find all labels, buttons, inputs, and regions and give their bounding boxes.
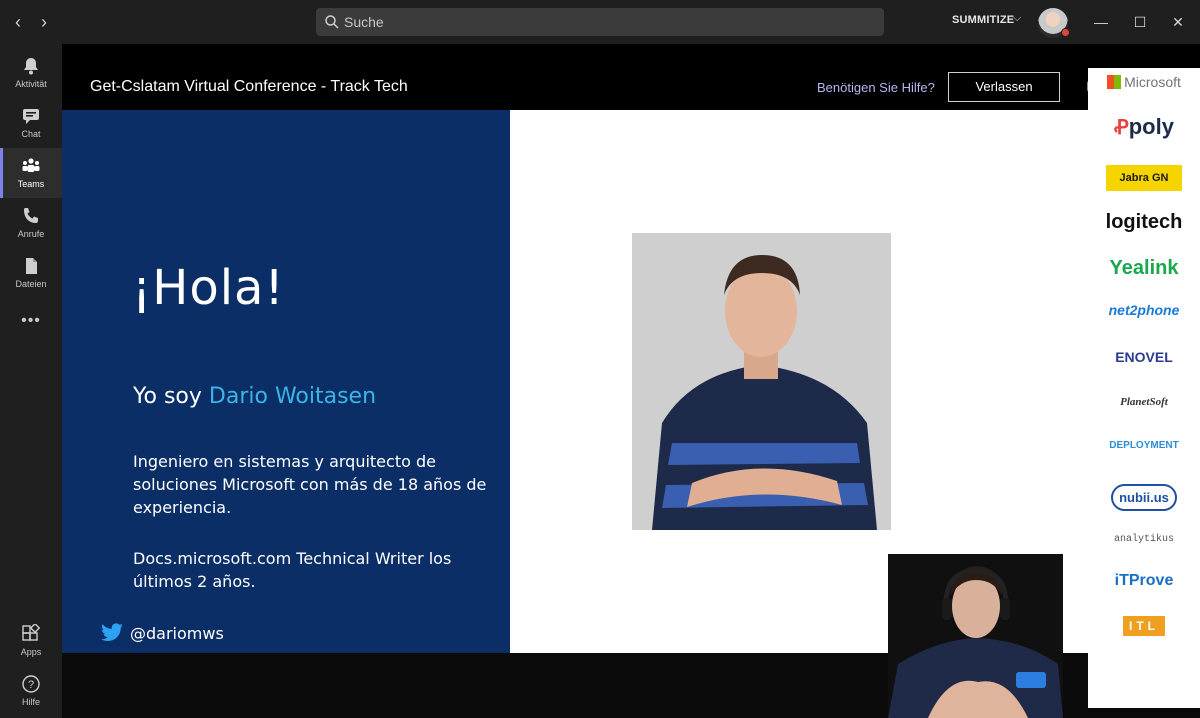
help-icon: ? [22,675,40,693]
forward-button[interactable]: › [34,10,54,34]
chat-icon [23,109,39,124]
slide-intro: Yo soy Dario Woitasen [133,384,376,409]
sponsor-logo-net2phone: net2phone [1108,302,1180,318]
poly-mark-icon: Ꝓ [1114,117,1129,139]
rail-label: Chat [21,129,41,139]
svg-text:?: ? [28,679,34,691]
sponsor-logo-logitech: logitech [1105,211,1183,233]
speaker-bio: Ingeniero en sistemas y arquitecto de so… [133,452,487,517]
chevron-down-icon[interactable]: ⌵ [1013,12,1021,25]
rail-label: Dateien [15,279,47,289]
rail-item-chat[interactable]: Chat [0,98,62,148]
rail-label: Anrufe [17,229,45,239]
back-button[interactable]: ‹ [8,10,28,34]
org-switcher[interactable]: SUMMITIZE [952,14,1014,26]
meeting-title: Get-Cslatam Virtual Conference - Track T… [90,78,408,95]
sponsor-logo-analytikus: analytikus [1113,534,1174,545]
sponsor-logo-yealink: Yealink [1109,257,1179,279]
sponsor-logo-deployment: DEPLOYMENT [1109,440,1179,451]
rail-item-teams[interactable]: Teams [0,148,62,198]
twitter-handle: @dariomws [100,623,224,643]
sponsor-logo-planetsoft: PlanetSoft [1120,396,1168,408]
rail-label: Teams [17,179,45,189]
twitter-icon [101,623,123,642]
sponsor-name: ITL [1123,616,1165,636]
speaker-portrait-image [632,233,891,530]
rail-item-files[interactable]: Dateien [0,248,62,298]
minimize-button[interactable]: — [1088,10,1114,34]
twitter-handle-text: @dariomws [130,624,224,643]
sponsor-name: Jabra GN [1106,165,1182,191]
sponsor-logo-poly: Ꝓpoly [1088,114,1200,140]
sponsor-logo-jabra: Jabra GN [1088,165,1200,191]
phone-icon [24,208,38,223]
rail-label: Hilfe [21,697,40,707]
app-rail: Aktivität Chat Teams Anrufe Dateien ••• … [0,44,62,718]
presence-busy-icon [1061,28,1070,37]
sponsor-logos: Microsoft Ꝓpoly Jabra GN logitech Yealin… [1088,68,1200,708]
bell-icon [24,58,38,75]
intro-prefix: Yo soy [133,384,209,409]
rail-item-apps[interactable]: Apps [0,616,62,666]
file-icon [26,258,37,274]
maximize-button[interactable]: ☐ [1127,10,1153,34]
meeting-stage: Get-Cslatam Virtual Conference - Track T… [62,44,1200,718]
rail-item-activity[interactable]: Aktivität [0,48,62,98]
more-icon: ••• [21,312,41,329]
rail-label: Aktivität [15,79,47,89]
rail-item-more[interactable]: ••• [0,302,62,352]
speaker-photo [632,233,891,530]
sponsor-logo-microsoft: Microsoft [1088,74,1200,90]
help-link[interactable]: Benötigen Sie Hilfe? [817,80,935,95]
sponsor-name: Microsoft [1124,74,1181,90]
sponsor-logo-itprove: iTProve [1114,572,1174,589]
stage-bottom-bar [62,653,888,718]
search-input[interactable]: Suche [316,8,884,36]
apps-icon [22,624,41,641]
slide-heading: ¡Hola! [132,260,285,316]
speaker-name: Dario Woitasen [208,384,377,409]
rail-label: Apps [20,647,42,657]
teams-icon [22,158,40,172]
leave-button[interactable]: Verlassen [948,72,1060,102]
presenter-video[interactable] [888,554,1063,718]
rail-item-calls[interactable]: Anrufe [0,198,62,248]
sponsor-name: nubii.us [1111,484,1177,511]
presenter-video-image [888,554,1063,718]
meeting-header: Get-Cslatam Virtual Conference - Track T… [62,44,1200,110]
search-placeholder: Suche [344,14,384,30]
sponsor-name: poly [1128,114,1174,139]
close-button[interactable]: ✕ [1165,10,1191,34]
speaker-bio-2: Docs.microsoft.com Technical Writer los … [133,549,452,591]
sponsor-logo-enovel: ENOVEL [1115,349,1173,365]
slide-text-panel: ¡Hola! Yo soy Dario Woitasen Ingeniero e… [62,110,510,653]
rail-item-help[interactable]: ? Hilfe [0,666,62,716]
search-icon [325,15,339,29]
title-bar: ‹ › Suche SUMMITIZE ⌵ — ☐ ✕ [0,0,1200,44]
sponsor-logo-nubii: nubii.us [1088,484,1200,511]
sponsor-logo-itl: ITL [1088,616,1200,636]
